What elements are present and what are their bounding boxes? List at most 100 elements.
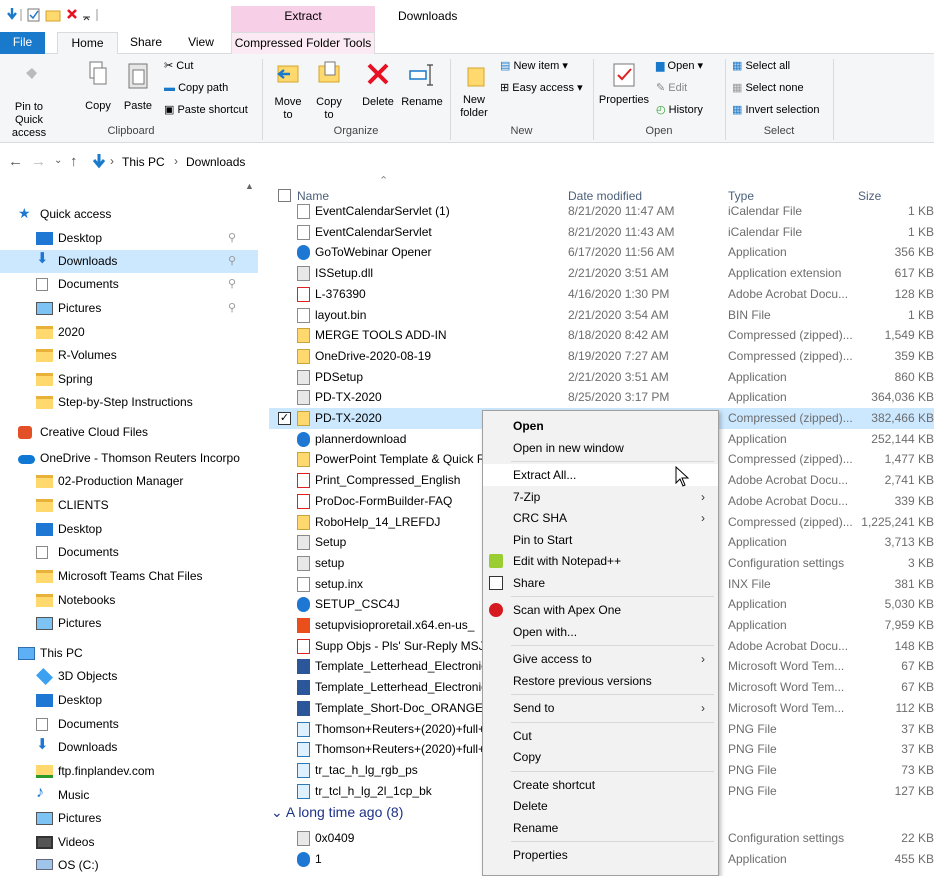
sidebar-item[interactable]: Notebooks [0,589,258,612]
sidebar-item[interactable]: Pictures [0,807,258,830]
scroll-up-arrow-icon[interactable]: ▲ [245,181,254,191]
sidebar-item[interactable]: ftp.finplandev.com [0,760,258,783]
sidebar-item[interactable]: ⬇ Downloads [0,736,258,759]
sidebar-item[interactable]: ★ Quick access [0,203,258,226]
forward-arrow-icon[interactable]: → [31,153,46,170]
tab-file[interactable]: File [0,32,45,54]
copy-to-button[interactable]: Copy to [311,60,347,122]
menu-item[interactable]: Open in new window [483,437,718,459]
up-arrow-icon[interactable]: ↑ [70,153,78,170]
paste-shortcut-button[interactable]: ▣ Paste shortcut [164,104,259,117]
file-row[interactable]: PD-TX-2020 8/25/2020 3:17 PM Application 36… [269,387,934,408]
open-button[interactable]: ▆ Open ▾ [656,60,722,73]
breadcrumb-downloads[interactable]: Downloads [186,155,245,169]
sidebar-item[interactable]: ⬇ Downloads ⚲ [0,250,258,273]
file-row[interactable]: ISSetup.dll 2/21/2020 3:51 AM Application … [269,263,934,284]
sidebar-item[interactable]: 2020 [0,321,258,344]
paste-button[interactable]: Paste [121,60,155,120]
tab-compressed-folder-tools[interactable]: Compressed Folder Tools [231,32,375,54]
menu-item[interactable]: Share [483,572,718,594]
address-bar[interactable]: › This PC › Downloads [88,150,934,174]
row-checkbox[interactable]: ✓ [278,412,291,425]
properties-button[interactable]: Properties [596,60,652,122]
sidebar-item[interactable]: ♪ Music [0,784,258,807]
sidebar-item[interactable]: Videos [0,831,258,854]
menu-item[interactable]: Scan with Apex One [483,599,718,621]
menu-item[interactable]: Properties [483,844,718,866]
back-arrow-icon[interactable]: ← [8,153,23,170]
menu-item[interactable]: Pin to Start [483,529,718,551]
sidebar-item[interactable]: Documents [0,713,258,736]
new-folder-button[interactable]: New folder [454,60,494,122]
edit-button[interactable]: ✎ Edit [656,82,722,95]
pin-to-quick-access-button[interactable]: Pin to Quick access [0,60,58,139]
sidebar-item[interactable]: Microsoft Teams Chat Files [0,565,258,588]
copy-path-button[interactable]: ▬ Copy path [164,82,254,95]
menu-item[interactable]: Delete [483,795,718,817]
file-type: Compressed (zipped)... [728,452,853,467]
sidebar-item[interactable]: Creative Cloud Files [0,421,258,444]
sidebar-item[interactable]: Desktop [0,689,258,712]
nav-scrollbar[interactable]: ▲ [243,181,259,876]
easy-access-button[interactable]: ⊞ Easy access ▾ [500,82,590,95]
menu-item[interactable]: Create shortcut [483,774,718,796]
invert-selection-button[interactable]: ▦ Invert selection [732,104,832,117]
sidebar-item[interactable]: R-Volumes [0,344,258,367]
move-to-button[interactable]: Move to [270,60,306,122]
sidebar-item[interactable]: Spring [0,368,258,391]
file-row[interactable]: OneDrive-2020-08-19 8/19/2020 7:27 AM Comp… [269,346,934,367]
sidebar-item[interactable]: This PC [0,642,258,665]
sidebar-item[interactable]: Desktop [0,518,258,541]
file-row[interactable]: L-376390 4/16/2020 1:30 PM Adobe Acrobat D… [269,284,934,305]
menu-item[interactable]: Send to › [483,697,718,719]
file-row[interactable]: EventCalendarServlet (1) 8/21/2020 11:47 … [269,201,934,222]
menu-item[interactable]: CRC SHA › [483,507,718,529]
file-type: iCalendar File [728,224,803,239]
menu-item[interactable]: 7-Zip › [483,486,718,508]
file-size: 5,030 KB [884,597,934,612]
delete-button[interactable]: Delete [358,60,398,122]
sidebar-item[interactable]: OneDrive - Thomson Reuters Incorpo [0,447,258,470]
sidebar-item[interactable]: Pictures ⚲ [0,297,258,320]
select-all-button[interactable]: ▦ Select all [732,60,832,73]
sidebar-item[interactable]: 02-Production Manager [0,470,258,493]
copy-button[interactable]: Copy [82,60,114,120]
breadcrumb-this-pc[interactable]: This PC [122,155,165,169]
select-none-button[interactable]: ▦ Select none [732,82,832,95]
menu-item[interactable]: Cut [483,725,718,747]
sidebar-item[interactable]: Documents ⚲ [0,273,258,296]
sidebar-item[interactable]: Documents [0,541,258,564]
sidebar-item[interactable]: OS (C:) [0,854,258,876]
sidebar-item[interactable]: Step-by-Step Instructions [0,391,258,414]
group-header-long-time-ago[interactable]: ⌄ A long time ago (8) [271,804,403,821]
tab-view[interactable]: View [178,32,224,54]
tab-share[interactable]: Share [124,32,168,54]
menu-item[interactable]: Restore previous versions [483,670,718,692]
tab-home[interactable]: Home [57,32,118,54]
recent-locations-chevron-icon[interactable]: ⌄ [54,155,62,166]
collapse-chevron-icon[interactable]: ⌄ [271,804,286,820]
menu-item[interactable]: Open with... [483,621,718,643]
menu-item[interactable]: Give access to › [483,648,718,670]
delete-x-icon [367,63,389,85]
new-item-button[interactable]: ▤ New item ▾ [500,60,590,73]
file-row[interactable]: layout.bin 2/21/2020 3:54 AM BIN File 1 KB [269,305,934,326]
quick-access-toolbar[interactable] [6,7,126,23]
menu-item[interactable]: Edit with Notepad++ [483,550,718,572]
rename-button[interactable]: Rename [400,60,444,122]
file-row[interactable]: GoToWebinar Opener 6/17/2020 11:56 AM Appl… [269,242,934,263]
sidebar-item[interactable]: CLIENTS [0,494,258,517]
menu-item[interactable]: Copy [483,746,718,768]
history-button[interactable]: ◴ History [656,104,722,117]
menu-item[interactable]: Rename [483,817,718,839]
sidebar-item[interactable]: 3D Objects [0,665,258,688]
cut-button[interactable]: ✂ Cut [164,60,244,73]
menu-item[interactable]: Open [483,415,718,437]
sidebar-item[interactable]: Desktop ⚲ [0,227,258,250]
file-row[interactable]: EventCalendarServlet 8/21/2020 11:43 AM iC… [269,222,934,243]
sidebar-item-label: Desktop [58,693,103,707]
sidebar-item[interactable]: Pictures [0,612,258,635]
file-row[interactable]: PDSetup 2/21/2020 3:51 AM Application 860 K… [269,367,934,388]
file-row[interactable]: MERGE TOOLS ADD-IN 8/18/2020 8:42 AM Compr… [269,325,934,346]
file-type: Application [728,852,787,866]
